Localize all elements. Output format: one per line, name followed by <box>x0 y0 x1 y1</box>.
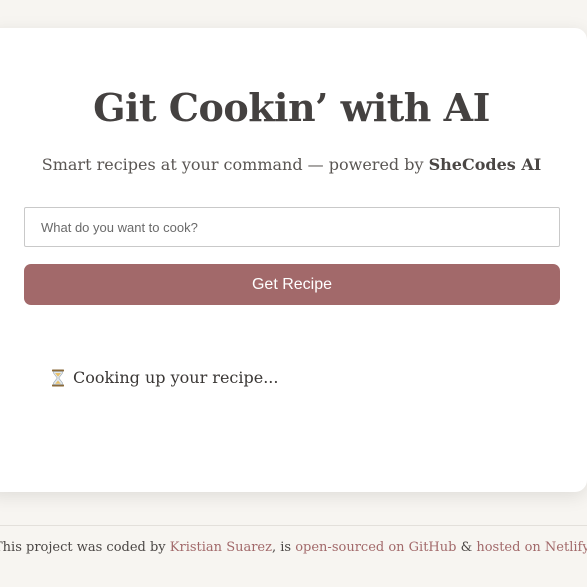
get-recipe-button[interactable]: Get Recipe <box>24 264 560 305</box>
subtitle-brand: SheCodes AI <box>428 155 542 174</box>
subtitle-text: Smart recipes at your command — powered … <box>41 155 424 174</box>
page: Git Cookin’ with AI Smart recipes at you… <box>0 0 587 587</box>
page-subtitle: Smart recipes at your command — powered … <box>0 155 583 174</box>
footer-text-3: & <box>460 540 473 555</box>
footer-divider <box>0 525 587 526</box>
footer: This project was coded by Kristian Suare… <box>0 540 587 555</box>
footer-text-1: This project was coded by <box>0 540 166 555</box>
loading-status: Cooking up your recipe... <box>50 368 278 387</box>
page-title: Git Cookin’ with AI <box>93 85 490 130</box>
hourglass-icon <box>50 369 66 387</box>
status-text: Cooking up your recipe... <box>73 368 279 387</box>
github-link[interactable]: open-sourced on GitHub <box>295 540 456 555</box>
search-input[interactable] <box>24 207 560 247</box>
footer-text-2: , is <box>271 540 292 555</box>
netlify-link[interactable]: hosted on Netlify <box>476 540 587 555</box>
author-link[interactable]: Kristian Suarez <box>170 540 272 555</box>
